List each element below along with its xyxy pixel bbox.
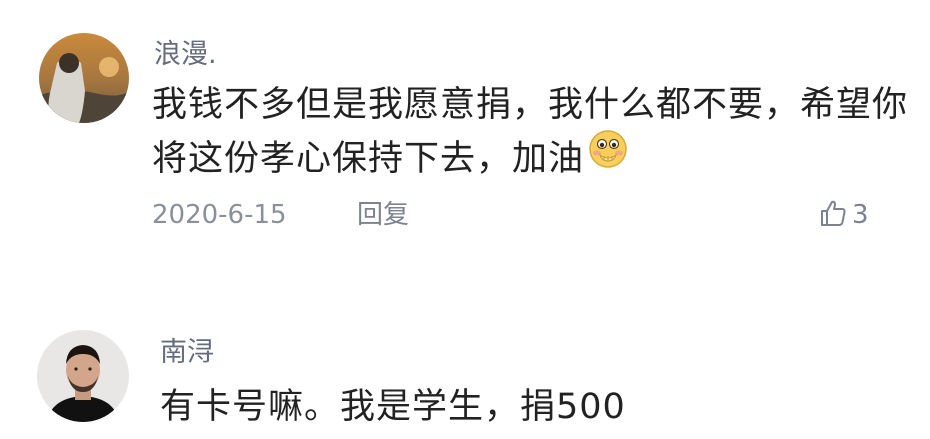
comment-text-line: 将这份孝心保持下去，加油 <box>152 129 927 186</box>
thumbs-up-icon <box>818 198 848 232</box>
like-button[interactable]: 3 <box>818 198 869 232</box>
avatar[interactable] <box>39 33 129 123</box>
like-count: 3 <box>852 200 869 230</box>
comment-item: 浪漫. 我钱不多但是我愿意捐，我什么都不要，希望你 将这份孝心保持下去，加油 2… <box>0 0 930 290</box>
comment-date: 2020-6-15 <box>152 200 287 230</box>
avatar[interactable] <box>37 330 129 422</box>
man-portrait-avatar-image <box>37 330 129 422</box>
sunset-photo-avatar-image <box>39 33 129 123</box>
comment-text: 我钱不多但是我愿意捐，我什么都不要，希望你 将这份孝心保持下去，加油 <box>152 78 927 186</box>
username[interactable]: 浪漫. <box>154 38 217 72</box>
comment-text-line: 我钱不多但是我愿意捐，我什么都不要，希望你 <box>152 85 909 125</box>
username[interactable]: 南浔 <box>160 336 214 370</box>
shy-face-emoji-icon <box>588 129 628 185</box>
comment-text-line-body: 将这份孝心保持下去，加油 <box>152 139 585 179</box>
comment-text: 有卡号嘛。我是学生，捐500 <box>160 387 626 427</box>
reply-button[interactable]: 回复 <box>357 198 409 232</box>
